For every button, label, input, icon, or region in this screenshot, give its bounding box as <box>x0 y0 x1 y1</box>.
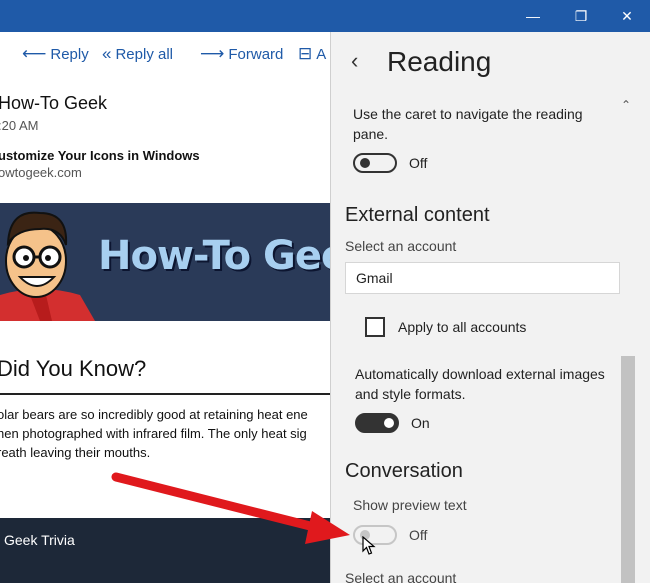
scrollbar-thumb[interactable] <box>621 356 635 583</box>
body-line: hen photographed with infrared film. The… <box>0 426 307 441</box>
message-pane: ⟵ Reply « Reply all ⟶ Forward ⊟ A How-To… <box>0 32 330 583</box>
title-bar: — ❐ ✕ <box>0 0 650 32</box>
apply-all-label: Apply to all accounts <box>398 319 527 335</box>
caret-navigation-label: Use the caret to navigate the reading pa… <box>353 106 583 142</box>
divider <box>0 393 330 395</box>
maximize-button[interactable]: ❐ <box>558 0 604 32</box>
mouse-cursor-icon <box>362 536 376 555</box>
back-chevron-icon[interactable]: ‹ <box>351 48 358 74</box>
show-preview-toggle-state: Off <box>409 527 428 543</box>
apply-all-checkbox[interactable] <box>365 317 385 337</box>
select-account-label-2: Select an account <box>345 570 457 583</box>
reply-all-icon: « <box>102 44 112 63</box>
newsletter-banner: How-To Geek N <box>0 203 330 321</box>
page-title: Reading <box>387 46 492 77</box>
toggle-knob <box>360 158 370 168</box>
forward-arrow-icon: ⟶ <box>200 44 225 63</box>
external-content-heading: External content <box>345 204 490 226</box>
body-line: reath leaving their mouths. <box>0 445 151 460</box>
auto-download-label: Automatically download external images a… <box>355 366 605 402</box>
newsletter-footer: Geek Trivia <box>0 518 330 583</box>
scroll-up-chevron-icon[interactable]: ⌃ <box>621 98 631 112</box>
sender-domain: owtogeek.com <box>0 165 82 180</box>
reply-all-button[interactable]: « Reply all <box>102 44 173 64</box>
message-time: :20 AM <box>0 118 39 133</box>
footer-label: Geek Trivia <box>4 532 75 548</box>
account-dropdown[interactable]: Gmail <box>345 262 620 294</box>
reply-arrow-icon: ⟵ <box>22 44 47 63</box>
minimize-button[interactable]: — <box>510 0 556 32</box>
reading-settings-pane: ‹ Reading ⌃ Use the caret to navigate th… <box>330 32 650 583</box>
auto-download-toggle-state: On <box>411 415 430 431</box>
select-account-label: Select an account <box>345 238 457 254</box>
auto-download-toggle[interactable] <box>355 413 399 433</box>
banner-title: How-To Geek N <box>98 233 330 279</box>
archive-icon: ⊟ <box>298 44 313 63</box>
body-line: olar bears are so incredibly good at ret… <box>0 407 308 422</box>
forward-button[interactable]: ⟶ Forward <box>200 44 283 64</box>
show-preview-label: Show preview text <box>353 497 467 513</box>
sender-name: How-To Geek <box>0 93 108 113</box>
forward-label: Forward <box>228 45 284 63</box>
toggle-knob <box>384 418 394 428</box>
archive-label: A <box>316 45 327 63</box>
caret-toggle-state: Off <box>409 155 428 171</box>
reply-label: Reply <box>50 45 89 63</box>
archive-button[interactable]: ⊟ A <box>298 44 326 64</box>
caret-navigation-toggle[interactable] <box>353 153 397 173</box>
geek-mascot-icon <box>0 203 95 321</box>
reply-all-label: Reply all <box>115 45 173 63</box>
close-button[interactable]: ✕ <box>604 0 650 32</box>
message-body: olar bears are so incredibly good at ret… <box>0 405 330 462</box>
reply-button[interactable]: ⟵ Reply <box>22 44 89 64</box>
message-subject: ustomize Your Icons in Windows <box>0 148 200 163</box>
did-you-know-heading: Did You Know? <box>0 356 147 381</box>
conversation-heading: Conversation <box>345 460 463 482</box>
